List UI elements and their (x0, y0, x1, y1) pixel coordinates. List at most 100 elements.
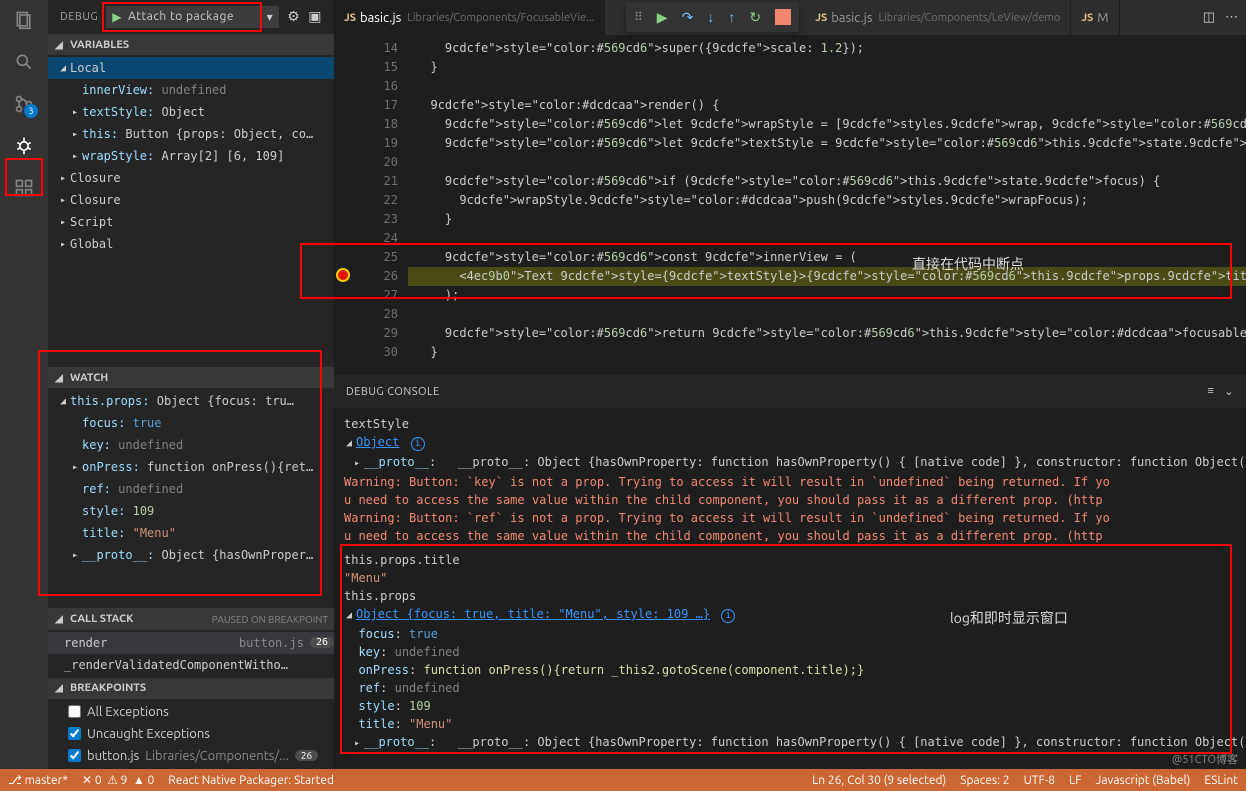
code-line[interactable]: 9cdcfe">style="color:#569cd6">super({9cd… (408, 39, 1246, 58)
code-line[interactable]: 9cdcfe">wrapStyle.9cdcfe">style="color:#… (408, 191, 1246, 210)
watch-proto[interactable]: ▸__proto__: Object {hasOwnProper… (48, 544, 334, 566)
var-textStyle[interactable]: ▸textStyle: Object (48, 101, 334, 123)
extensions-icon[interactable] (12, 176, 36, 200)
info-icon[interactable]: i (411, 437, 425, 451)
console-line: this.props.title (344, 551, 1236, 569)
code-line[interactable]: } (408, 343, 1246, 362)
status-spaces[interactable]: Spaces: 2 (960, 774, 1009, 787)
stack-frame-1[interactable]: _renderValidatedComponentWitho… (48, 654, 334, 676)
search-icon[interactable] (12, 50, 36, 74)
debug-config-name: Attach to package (128, 10, 234, 23)
scm-icon[interactable]: 3 (12, 92, 36, 116)
code-line[interactable] (408, 153, 1246, 172)
callstack-body: render button.js 26 _renderValidatedComp… (48, 630, 334, 678)
collapse-console-icon[interactable]: ⌄ (1224, 385, 1234, 398)
var-innerView[interactable]: innerView: undefined (48, 79, 334, 101)
watch-ref[interactable]: ref: undefined (48, 478, 334, 500)
status-branch[interactable]: ⎇ master* (8, 773, 68, 787)
console-line: ref: undefined (344, 679, 1236, 697)
restart-button[interactable]: ↻ (749, 9, 761, 26)
explorer-icon[interactable] (12, 8, 36, 32)
code-line[interactable] (408, 77, 1246, 96)
code-line[interactable]: ); (408, 286, 1246, 305)
section-callstack[interactable]: ◢CALL STACKPAUSED ON BREAKPOINT (48, 608, 334, 629)
code-line[interactable]: 9cdcfe">style="color:#569cd6">let 9cdcfe… (408, 115, 1246, 134)
status-language[interactable]: Javascript (Babel) (1095, 774, 1190, 787)
console-line: style: 109 (344, 697, 1236, 715)
tab-1[interactable]: JSbasic.jsLibraries/Components/LeView/de… (805, 0, 1071, 35)
step-out-button[interactable]: ↑ (728, 9, 735, 25)
code-editor[interactable]: 1415161718192021222324252627282930 9cdcf… (334, 35, 1246, 374)
debug-console[interactable]: textStyle ◢Object i ▸__proto__: __proto_… (334, 409, 1246, 769)
code-line[interactable]: 9cdcfe">style="color:#569cd6">const 9cdc… (408, 248, 1246, 267)
scope-local[interactable]: ◢Local (48, 57, 334, 79)
section-breakpoints[interactable]: ◢BREAKPOINTS (48, 678, 334, 699)
bp-all-checkbox[interactable] (68, 705, 81, 718)
bp-file[interactable]: button.jsLibraries/Components/...26 (48, 745, 334, 767)
stack-frame-0[interactable]: render button.js 26 (48, 632, 334, 654)
var-this[interactable]: ▸this: Button {props: Object, co… (48, 123, 334, 145)
code-line[interactable] (408, 229, 1246, 248)
info-icon[interactable]: i (721, 609, 735, 623)
status-eol[interactable]: LF (1069, 774, 1081, 787)
debug-label: DEBUG (60, 11, 98, 23)
console-warning: u need to access the same value within t… (344, 491, 1236, 509)
code-line[interactable]: <4ec9b0">Text 9cdcfe">style={9cdcfe">tex… (408, 267, 1246, 286)
drag-grip-icon[interactable]: ⠿ (634, 10, 643, 24)
watch-style[interactable]: style: 109 (48, 500, 334, 522)
split-editor-icon[interactable]: ◫ (1203, 10, 1215, 25)
watch-root[interactable]: ◢this.props: Object {focus: tru… (48, 390, 334, 412)
section-variables[interactable]: ◢VARIABLES (48, 34, 334, 55)
step-over-button[interactable]: ↷ (682, 9, 694, 26)
scope-script[interactable]: ▸Script (48, 211, 334, 233)
var-wrapStyle[interactable]: ▸wrapStyle: Array[2] [6, 109] (48, 145, 334, 167)
watch-title[interactable]: title: "Menu" (48, 522, 334, 544)
console-icon[interactable]: ▣ (308, 8, 322, 25)
section-watch[interactable]: ◢WATCH (48, 367, 334, 388)
scope-closure1[interactable]: ▸Closure (48, 167, 334, 189)
variables-body: ◢Local innerView: undefined ▸textStyle: … (48, 55, 334, 257)
bp-file-checkbox[interactable] (68, 749, 81, 762)
code-line[interactable]: 9cdcfe">style="color:#569cd6">let 9cdcfe… (408, 134, 1246, 153)
bp-uncaught-checkbox[interactable] (68, 727, 81, 740)
watch-focus[interactable]: focus: true (48, 412, 334, 434)
tab-0[interactable]: JSbasic.jsLibraries/Components/Focusable… (334, 0, 605, 35)
scope-global[interactable]: ▸Global (48, 233, 334, 255)
code-line[interactable]: 9cdcfe">style="color:#dcdcaa">render() { (408, 96, 1246, 115)
console-line: ▸__proto__: __proto__: Object {hasOwnPro… (344, 733, 1236, 753)
status-bar: ⎇ master* ✕ 0 ⚠ 9 ▲ 0 React Native Packa… (0, 769, 1246, 791)
gear-icon[interactable]: ⚙ (287, 8, 300, 25)
stop-button[interactable] (775, 9, 791, 25)
console-warning: u need to access the same value within t… (344, 527, 1236, 545)
status-message[interactable]: React Native Packager: Started (168, 774, 334, 787)
status-linter[interactable]: ESLint (1204, 774, 1238, 787)
watch-body: ◢this.props: Object {focus: tru… focus: … (48, 388, 334, 568)
code-line[interactable]: } (408, 58, 1246, 77)
bp-uncaught-exceptions[interactable]: Uncaught Exceptions (48, 723, 334, 745)
debug-config-select[interactable]: ▶ Attach to package ▾ (106, 6, 279, 28)
play-icon: ▶ (112, 10, 122, 24)
console-line: ◢Object i (344, 433, 1236, 453)
step-into-button[interactable]: ↓ (707, 9, 714, 25)
scope-closure2[interactable]: ▸Closure (48, 189, 334, 211)
status-cursor[interactable]: Ln 26, Col 30 (9 selected) (812, 774, 946, 787)
watch-key[interactable]: key: undefined (48, 434, 334, 456)
status-encoding[interactable]: UTF-8 (1024, 774, 1055, 787)
code-line[interactable]: 9cdcfe">style="color:#569cd6">return 9cd… (408, 324, 1246, 343)
console-warning: Warning: Button: `ref` is not a prop. Tr… (344, 509, 1236, 527)
console-warning: Warning: Button: `key` is not a prop. Tr… (344, 473, 1236, 491)
scm-badge: 3 (24, 104, 38, 118)
more-icon[interactable]: ⋯ (1225, 10, 1238, 25)
watch-onPress[interactable]: ▸onPress: function onPress(){ret… (48, 456, 334, 478)
clear-console-icon[interactable]: ≡ (1207, 385, 1214, 398)
debug-console-title[interactable]: DEBUG CONSOLE ≡ ⌄ (334, 374, 1246, 409)
status-problems[interactable]: ✕ 0 ⚠ 9 ▲ 0 (82, 773, 154, 787)
continue-button[interactable]: ▶ (657, 9, 668, 26)
bp-all-exceptions[interactable]: All Exceptions (48, 701, 334, 723)
code-line[interactable]: } (408, 210, 1246, 229)
debug-icon[interactable] (12, 134, 36, 158)
code-line[interactable] (408, 305, 1246, 324)
debug-toolbar[interactable]: ⠿ ▶ ↷ ↓ ↑ ↻ (626, 2, 799, 32)
tab-2[interactable]: JSM (1071, 0, 1119, 35)
code-line[interactable]: 9cdcfe">style="color:#569cd6">if (9cdcfe… (408, 172, 1246, 191)
